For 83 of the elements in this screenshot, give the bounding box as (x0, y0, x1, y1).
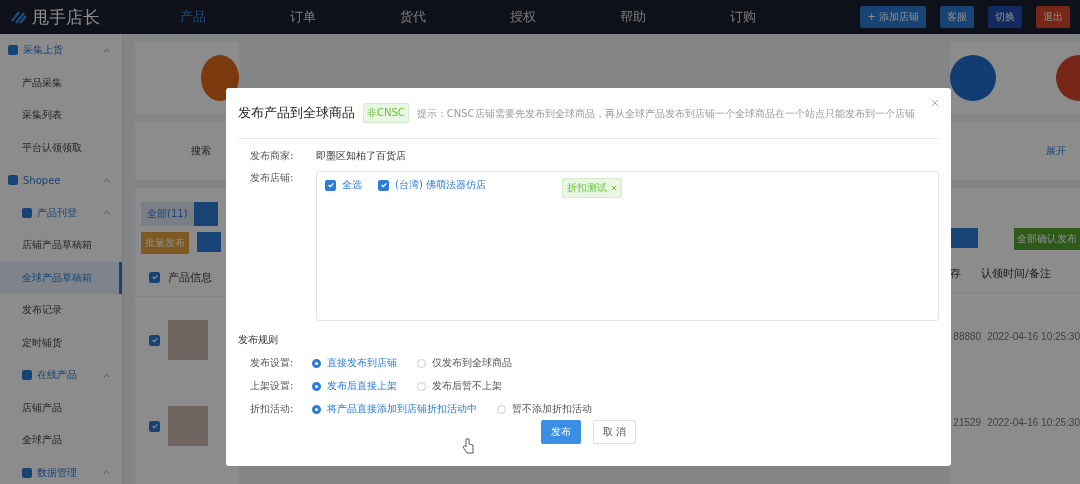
list-tab[interactable]: 全部(11) (141, 202, 194, 226)
store-option[interactable]: 全选 (342, 178, 362, 192)
photo-placeholder (168, 320, 208, 360)
sidebar-group[interactable]: 产品刊登 (0, 196, 122, 229)
sidebar-group[interactable]: 采集上货 (0, 34, 122, 67)
checkbox[interactable] (325, 179, 336, 191)
sidebar-item[interactable]: 平台认领领取 (0, 131, 122, 164)
nav-tab[interactable]: 订单 (290, 8, 400, 26)
table-cell: 88880 (953, 330, 982, 342)
close-icon[interactable] (931, 99, 939, 107)
checkbox[interactable] (149, 334, 160, 346)
sidebar-item[interactable]: 产品采集 (0, 66, 122, 99)
type-tag: 非CNSC (363, 103, 409, 123)
step-circle (950, 55, 996, 101)
sidebar-item[interactable]: 采集列表 (0, 99, 122, 132)
chevron-icon (103, 177, 110, 183)
nav-tab[interactable]: 货代 (400, 8, 510, 26)
header-button[interactable]: 客服 (940, 6, 974, 28)
list-tab[interactable] (193, 202, 218, 226)
field-label: 发布店铺: (250, 171, 295, 185)
field-label: 上架设置: (250, 379, 295, 393)
checkbox[interactable] (378, 179, 389, 191)
filter-label: 搜索 (191, 144, 211, 158)
sidebar-item[interactable]: 发布记录 (0, 294, 122, 327)
table-cell: 21529 (953, 416, 982, 428)
step-circle (201, 55, 239, 101)
sidebar-item[interactable]: 定时铺货 (0, 326, 122, 359)
checkmark-icon (150, 336, 159, 344)
radio-label[interactable]: 仅发布到全球商品 (432, 356, 512, 370)
checkbox[interactable] (149, 420, 160, 432)
checkmark-icon (150, 273, 159, 281)
expand-link[interactable]: 展开 (1046, 144, 1066, 158)
header-button[interactable]: 切换 (988, 6, 1022, 28)
dialog-button[interactable]: 取 消 (592, 420, 637, 444)
column-header: 产品信息 (168, 269, 212, 285)
nav-tab[interactable]: 帮助 (620, 8, 730, 26)
radio-label[interactable]: 将产品直接添加到店铺折扣活动中 (327, 402, 477, 416)
radio-button[interactable] (312, 404, 321, 414)
merchant-name: 即墨区知柏了百货店 (316, 149, 406, 163)
sidebar-item[interactable]: 店铺产品 (0, 391, 122, 424)
store-option[interactable]: (台湾) 佛萌法器仿店 (395, 178, 486, 192)
column-header: 认领时间/备注 (981, 265, 1051, 281)
batch-button[interactable] (950, 228, 978, 248)
field-label: 发布设置: (250, 356, 295, 370)
field-label: 折扣活动: (250, 402, 295, 416)
radio-label[interactable]: 发布后暂不上架 (432, 379, 502, 393)
sidebar-item[interactable]: 全球产品草稿箱 (0, 261, 122, 294)
dialog-title: 发布产品到全球商品 (238, 104, 355, 122)
radio-button[interactable] (312, 381, 321, 391)
nav-tab[interactable]: 授权 (510, 8, 620, 26)
radio-label[interactable]: 发布后直接上架 (327, 379, 397, 393)
section-title: 发布规则 (238, 333, 279, 347)
dialog-button[interactable]: 发布 (540, 420, 581, 444)
field-label: 发布商家: (250, 149, 295, 163)
column-header: 存 (950, 265, 961, 281)
checkmark-icon (150, 422, 159, 430)
logo-icon (10, 9, 28, 25)
radio-label[interactable]: 暂不添加折扣活动 (512, 402, 592, 416)
discount-tag: 折扣测试 (562, 178, 622, 198)
radio-label[interactable]: 直接发布到店铺 (327, 356, 397, 370)
sidebar-group[interactable]: Shopee (0, 164, 122, 197)
hand-cursor-icon (462, 438, 474, 454)
chevron-icon (103, 372, 110, 378)
table-cell: 2022-04-16 10:25:30 (987, 330, 1080, 342)
radio-button[interactable] (312, 358, 321, 368)
app-logo: 甩手店长 (32, 5, 100, 29)
photo-placeholder (168, 406, 208, 446)
chevron-icon (103, 470, 110, 476)
nav-tab[interactable]: 订购 (730, 8, 840, 26)
chevron-icon (103, 47, 110, 53)
header-button[interactable]: + 添加店铺 (860, 6, 926, 28)
checkbox[interactable] (149, 271, 160, 283)
sidebar-item[interactable]: 店铺产品草稿箱 (0, 229, 122, 262)
sidebar-item[interactable]: 全球产品 (0, 424, 122, 457)
header-button[interactable]: 退出 (1036, 6, 1070, 28)
checkmark-icon (379, 181, 388, 189)
confirm-all-button[interactable]: 全部确认发布 (1014, 228, 1080, 250)
table-cell: 2022-04-16 10:25:30 (987, 416, 1080, 428)
sidebar-group[interactable]: 在线产品 (0, 359, 122, 392)
close-icon[interactable] (611, 185, 617, 191)
chevron-icon (103, 210, 110, 216)
sidebar-group[interactable]: 数据管理 (0, 456, 122, 484)
checkmark-icon (326, 181, 335, 189)
